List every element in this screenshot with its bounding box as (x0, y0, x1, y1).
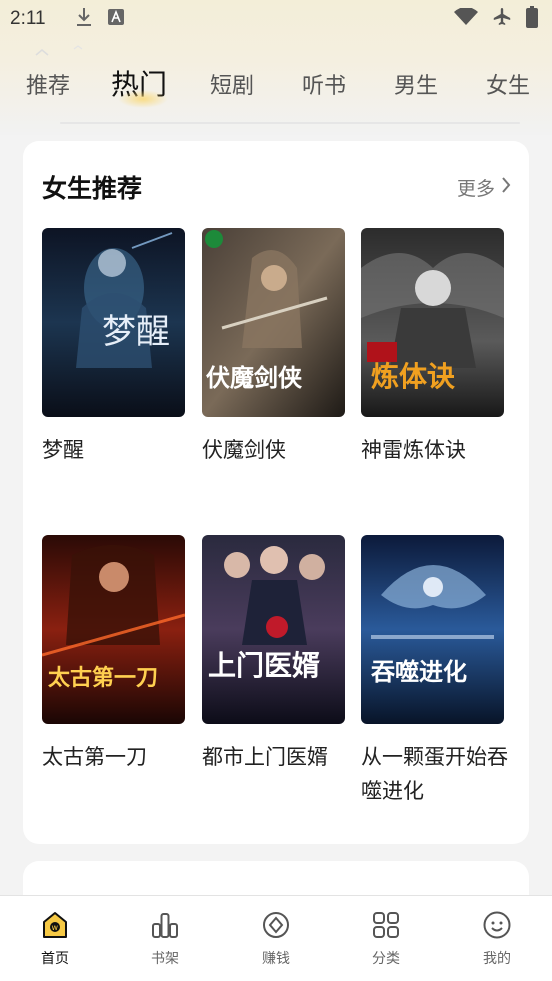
nav-profile[interactable]: 我的 (457, 910, 537, 968)
bookshelf-icon (125, 910, 205, 944)
tab-audiobook[interactable]: 听书 (302, 68, 346, 100)
active-tab-indicator (118, 90, 168, 108)
profile-icon (457, 910, 537, 944)
book-title[interactable]: 神雷炼体诀 (361, 433, 511, 467)
tab-recommend[interactable]: 推荐 (26, 68, 70, 100)
book-cover[interactable]: 梦醒 (42, 228, 185, 417)
app-notification-icon (107, 9, 124, 29)
nav-home-label: 首页 (41, 951, 69, 967)
more-link[interactable]: 更多 (457, 174, 511, 201)
more-label: 更多 (456, 178, 495, 200)
airplane-mode-icon (492, 7, 512, 31)
cover-title-text: 上门医婿 (208, 649, 320, 682)
book-cover[interactable]: 伏魔剑侠 (202, 228, 345, 417)
book-item[interactable]: 太古第一刀 太古第一刀 (42, 535, 185, 774)
book-cover[interactable]: 上门医婿 (202, 535, 345, 724)
nav-category-label: 分类 (372, 951, 400, 967)
tab-male[interactable]: 男生 (394, 68, 438, 100)
nav-earn[interactable]: 赚钱 (236, 910, 316, 968)
svg-text:w: w (52, 923, 59, 932)
status-time: 2:11 (10, 8, 46, 29)
nav-home[interactable]: w 首页 (15, 910, 95, 968)
cover-title-text: 炼体诀 (371, 360, 455, 393)
home-icon: w (15, 910, 95, 944)
earn-icon (236, 910, 316, 944)
cover-title-text: 梦醒 (102, 312, 170, 352)
book-title[interactable]: 梦醒 (42, 433, 192, 467)
bottom-navigation: w 首页 书架 赚钱 分类 我的 (0, 895, 552, 981)
book-title[interactable]: 伏魔剑侠 (202, 433, 352, 467)
status-bar: 2:11 (0, 0, 552, 38)
tab-short-drama[interactable]: 短剧 (210, 68, 254, 100)
category-icon (346, 910, 426, 944)
cover-title-text: 吞噬进化 (371, 658, 467, 686)
book-item[interactable]: 上门医婿 都市上门医婿 (202, 535, 345, 774)
book-item[interactable]: 炼体诀 神雷炼体诀 (361, 228, 504, 467)
book-cover[interactable]: 太古第一刀 (42, 535, 185, 724)
book-item[interactable]: 伏魔剑侠 伏魔剑侠 (202, 228, 345, 467)
nav-category[interactable]: 分类 (346, 910, 426, 968)
divider (60, 122, 520, 124)
nav-earn-label: 赚钱 (262, 951, 290, 967)
nav-bookshelf-label: 书架 (151, 951, 179, 967)
nav-bookshelf[interactable]: 书架 (125, 910, 205, 968)
book-cover[interactable]: 炼体诀 (361, 228, 504, 417)
section-title: 女生推荐 (42, 174, 143, 203)
cover-title-text: 伏魔剑侠 (206, 363, 303, 392)
wifi-icon (454, 7, 478, 30)
book-cover[interactable]: 吞噬进化 (361, 535, 504, 724)
nav-profile-label: 我的 (483, 951, 511, 967)
book-item[interactable]: 吞噬进化 从一颗蛋开始吞噬进化 (361, 535, 508, 808)
tab-female[interactable]: 女生 (486, 68, 530, 100)
female-recommend-card: 女生推荐 更多 梦醒 梦醒 伏魔剑侠 伏魔剑侠 炼体诀 神雷炼体诀 太古第一刀 … (23, 141, 529, 844)
category-tabs: 推荐 热门 短剧 听书 男生 女生 (0, 60, 552, 110)
book-title[interactable]: 太古第一刀 (42, 740, 192, 774)
book-title[interactable]: 都市上门医婿 (202, 740, 352, 774)
book-item[interactable]: 梦醒 梦醒 (42, 228, 185, 467)
book-title[interactable]: 从一颗蛋开始吞噬进化 (361, 740, 511, 808)
download-icon (76, 7, 92, 31)
cover-title-text: 太古第一刀 (48, 665, 158, 691)
chevron-right-icon (501, 176, 511, 199)
battery-icon (526, 6, 538, 32)
